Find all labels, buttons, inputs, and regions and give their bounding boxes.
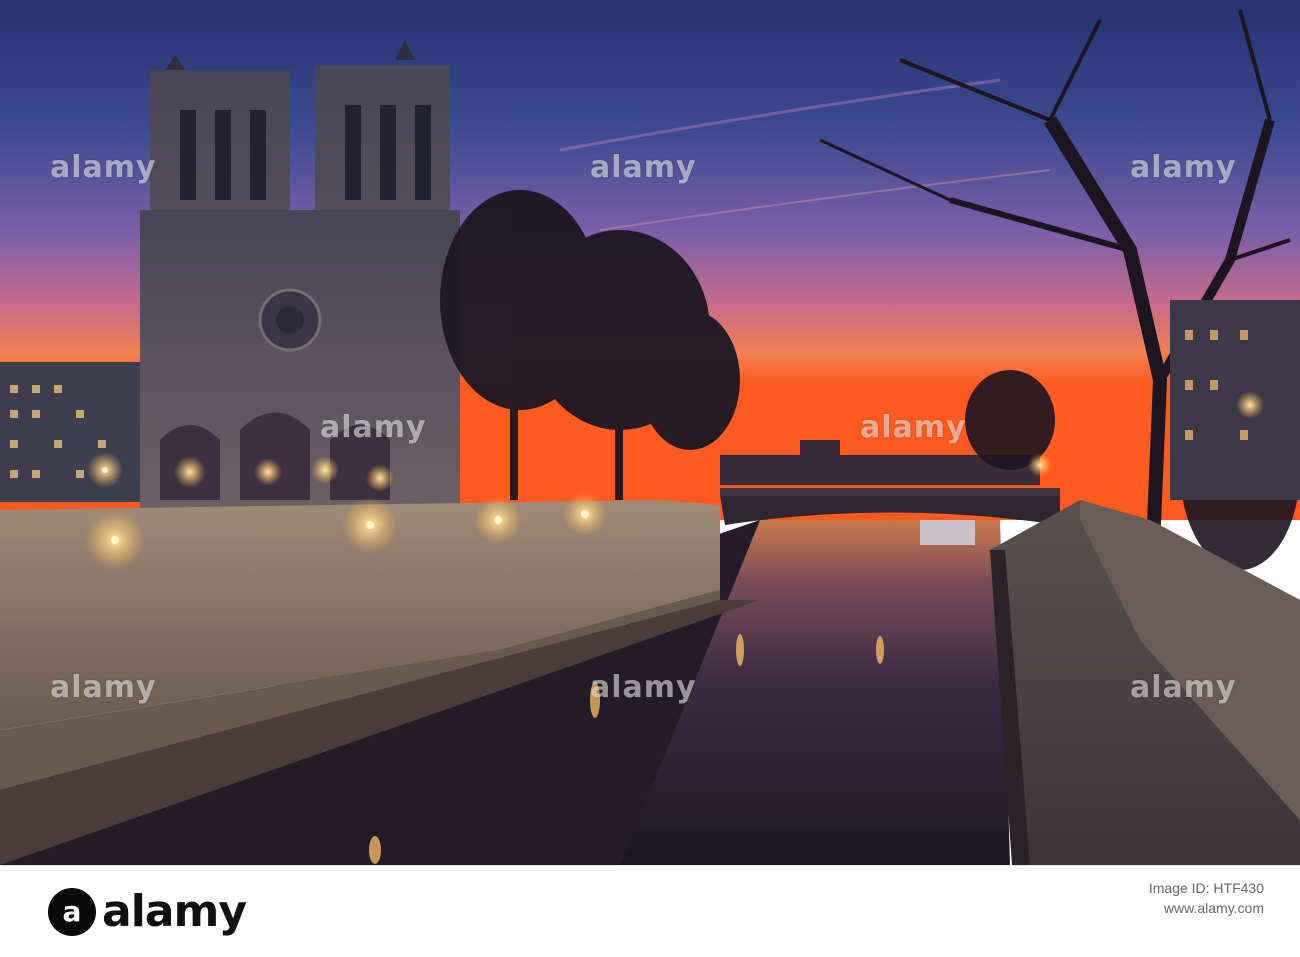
brand-text: alamy — [102, 886, 247, 937]
watermark: alamy — [860, 410, 967, 445]
image-info: Image ID: HTF430 www.alamy.com — [1149, 880, 1264, 916]
moored-boat — [920, 520, 975, 545]
image-id-label: Image ID: HTF430 — [1148, 880, 1264, 896]
watermark: alamy — [590, 670, 697, 705]
stock-photo-page: alamy alamy alamy alamy alamy alamy alam… — [0, 0, 1300, 957]
watermark: alamy — [50, 150, 157, 185]
scene-illustration — [0, 0, 1300, 865]
site-url[interactable]: www.alamy.com — [1149, 900, 1264, 916]
alamy-mark-icon: a — [48, 887, 96, 936]
watermark: alamy — [590, 150, 697, 185]
watermark: alamy — [1130, 150, 1237, 185]
watermark: alamy — [320, 410, 427, 445]
watermark: alamy — [1130, 670, 1237, 705]
photo-notre-dame-sunrise: alamy alamy alamy alamy alamy alamy alam… — [0, 0, 1300, 865]
alamy-logo[interactable]: a alamy — [48, 886, 247, 937]
watermark: alamy — [50, 670, 157, 705]
footer-strip: a alamy Image ID: HTF430 www.alamy.com — [0, 865, 1300, 957]
